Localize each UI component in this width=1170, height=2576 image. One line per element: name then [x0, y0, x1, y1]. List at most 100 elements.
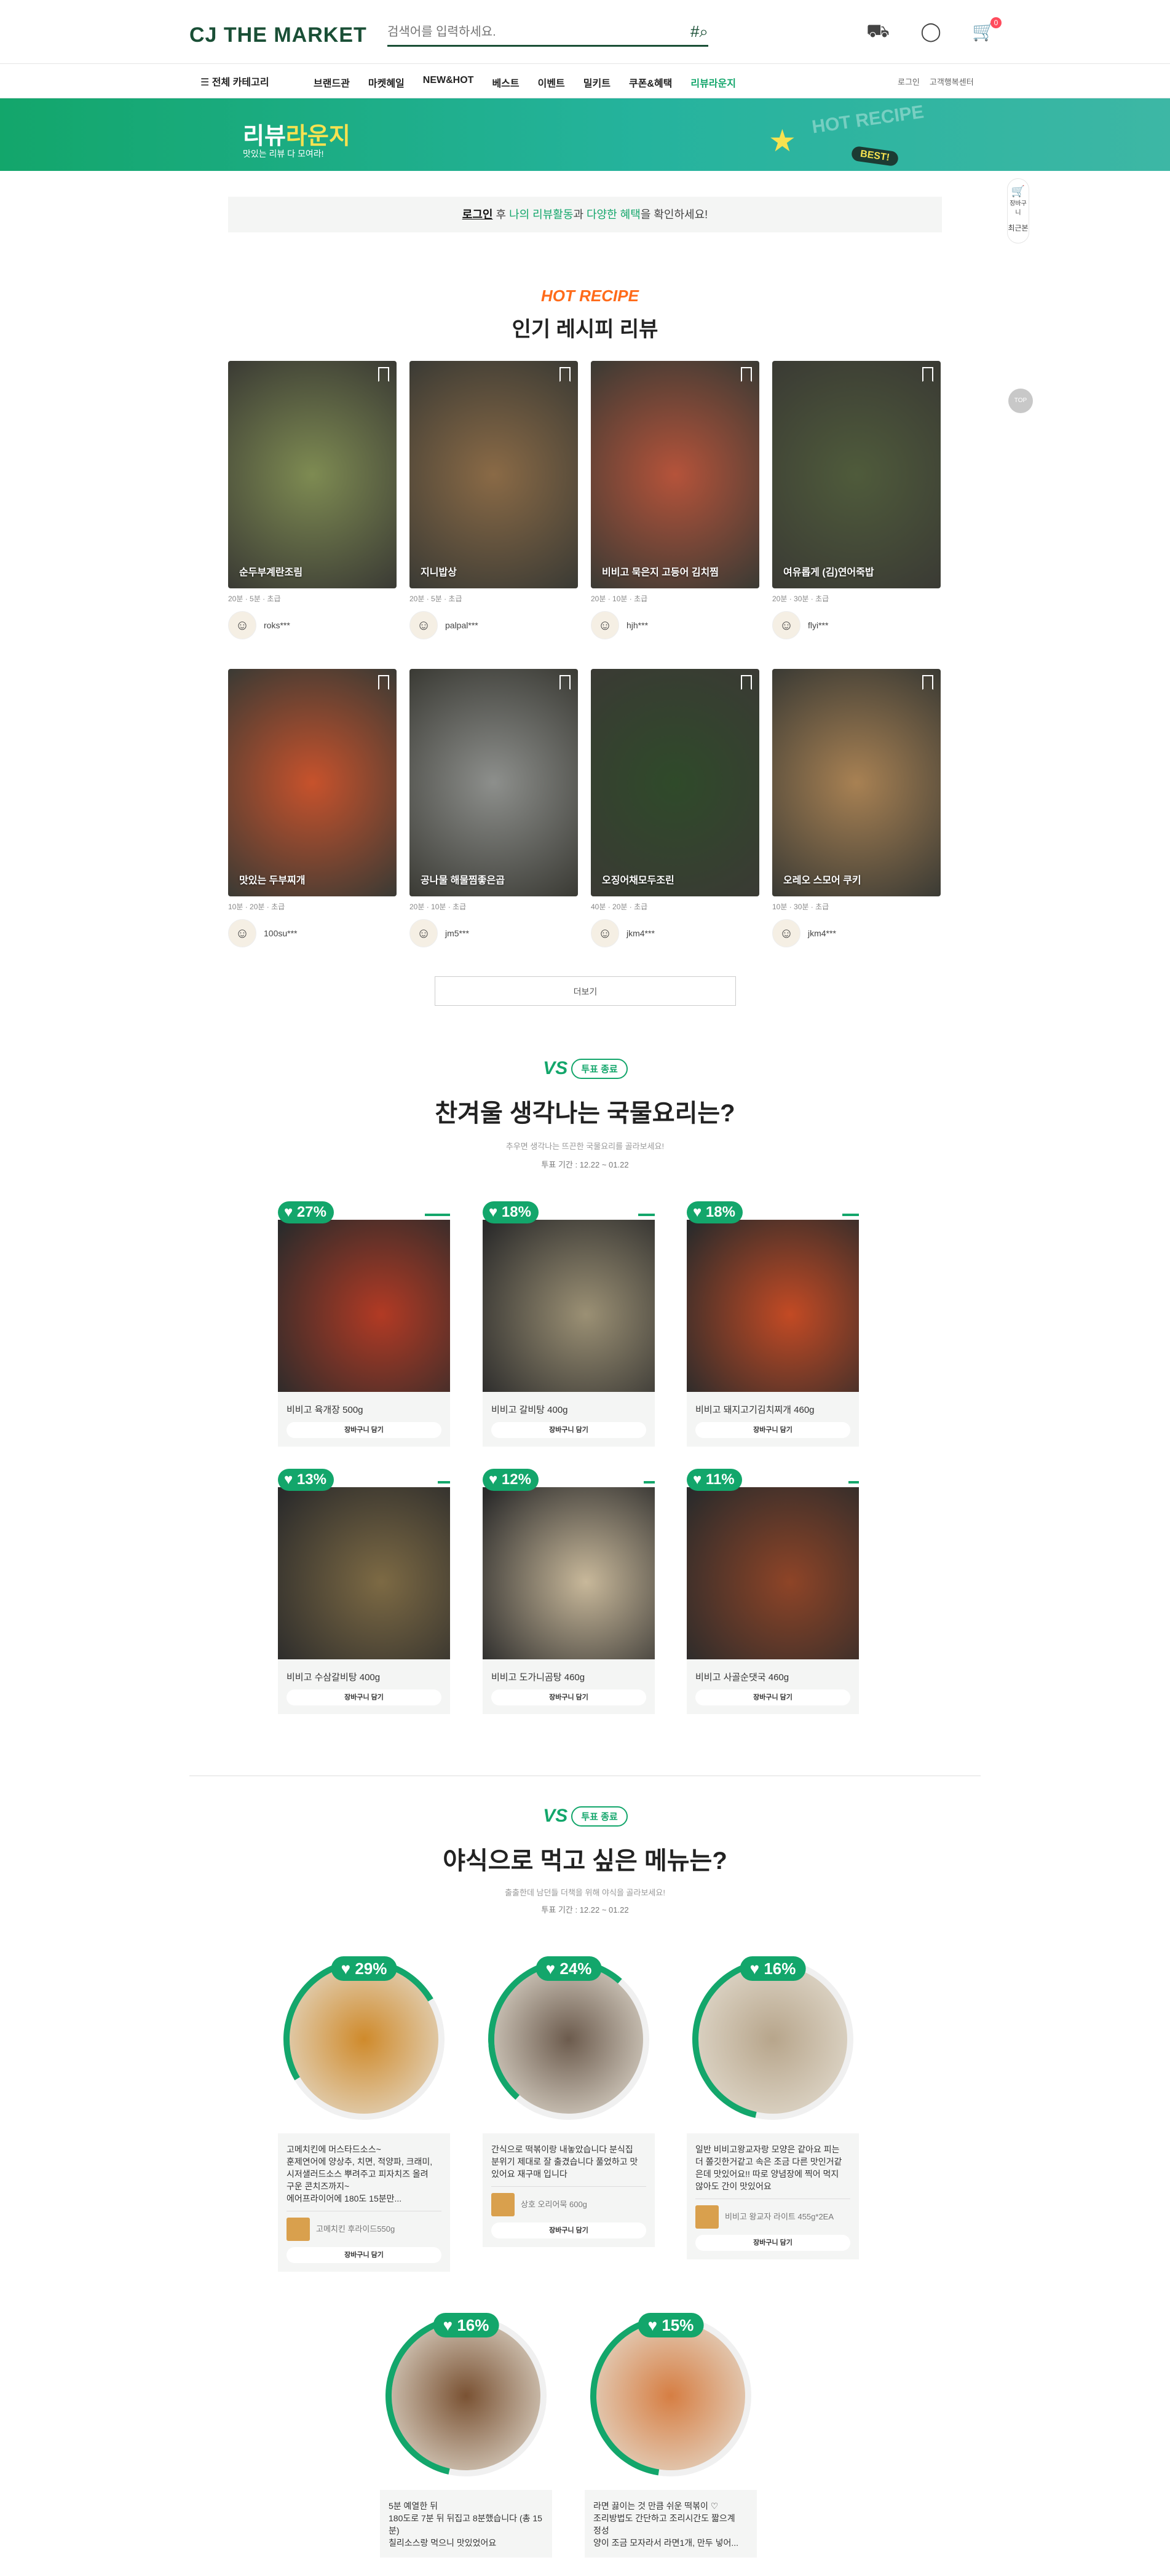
vote-review-card: ♥ 29% 고메치킨에 머스타드소스~ 훈제연어에 양상추, 치면, 적양파, 크… — [266, 1941, 462, 2272]
gnb-item-lounge[interactable]: 리뷰라운지 — [690, 75, 736, 90]
recipe-name: 비비고 묵은지 고등어 김치찜 — [602, 567, 719, 578]
review-product[interactable]: 고메치킨 후라이드550g — [287, 2211, 441, 2241]
banner-hot-text: HOT RECIPE — [810, 101, 925, 138]
gnb: ☰ 전체 카테고리 브랜드관 마켓혜일 NEW&HOT 베스트 이벤트 밀키트 … — [0, 64, 1170, 98]
add-to-cart-button[interactable]: 장바구니 담기 — [287, 1689, 441, 1705]
bookmark-icon[interactable] — [378, 367, 389, 382]
logo[interactable]: CJ THE MARKET — [189, 23, 367, 47]
product-image[interactable]: ♥ 11% — [687, 1469, 859, 1659]
recipe-image[interactable]: 오레오 스모어 쿠키 — [772, 669, 941, 896]
review-image[interactable]: ♥ 16% — [662, 1928, 884, 2151]
add-to-cart-button[interactable]: 장바구니 담기 — [491, 1689, 646, 1705]
bookmark-icon[interactable] — [741, 367, 752, 382]
recipe-image[interactable]: 오징어채모두조린 — [591, 669, 759, 896]
product-image[interactable]: ♥ 18% — [687, 1201, 859, 1392]
vote-percent: ♥ 29% — [331, 1956, 397, 1981]
bookmark-icon[interactable] — [559, 367, 571, 382]
cart-icon[interactable]: 🛒 0 — [970, 17, 1002, 45]
review-text: 라면 끓이는 것 만큼 쉬운 떡볶이 ♡ 조리방법도 간단하고 조리시간도 짧으… — [593, 2501, 738, 2548]
recipe-card[interactable]: 맛있는 두부찌개 10분 · 20분 · 초급 ☺ 100su*** — [228, 669, 397, 947]
add-to-cart-button[interactable]: 장바구니 담기 — [695, 1422, 850, 1438]
recipe-image[interactable]: 비비고 묵은지 고등어 김치찜 — [591, 361, 759, 588]
recipe-card[interactable]: 오레오 스모어 쿠키 10분 · 30분 · 초급 ☺ jkm4*** — [772, 669, 941, 947]
vote-percent: ♥ 27% — [278, 1201, 334, 1223]
recipe-image[interactable]: 순두부계란조림 — [228, 361, 397, 588]
add-to-cart-button[interactable]: 장바구니 담기 — [287, 2247, 441, 2263]
product-image[interactable]: ♥ 12% — [483, 1469, 655, 1659]
gnb-item[interactable]: 마켓혜일 — [368, 75, 405, 90]
review-box: 일반 비비고왕교자랑 모양은 같아요 피는 더 쫄깃한거같고 속은 조금 다른 … — [687, 2133, 859, 2259]
add-to-cart-button[interactable]: 장바구니 담기 — [695, 1689, 850, 1705]
bookmark-icon[interactable] — [559, 675, 571, 690]
review-image[interactable]: ♥ 15% — [558, 2283, 783, 2508]
add-to-cart-button[interactable]: 장바구니 담기 — [491, 1422, 646, 1438]
bookmark-icon[interactable] — [922, 675, 933, 690]
review-product[interactable]: 비비고 왕교자 라이트 455g*2EA — [695, 2199, 850, 2229]
bookmark-icon[interactable] — [741, 675, 752, 690]
recipe-image[interactable]: 여유롭게 (김)연어죽밥 — [772, 361, 941, 588]
vote-percent: ♥ 16% — [433, 2313, 499, 2337]
gnb-item[interactable]: 브랜드관 — [314, 75, 350, 90]
recipe-card[interactable]: 지니밥상 20분 · 5분 · 초급 ☺ palpal*** — [409, 361, 578, 639]
recipe-card[interactable]: 공나물 해물찜좋은곱 20분 · 10분 · 초급 ☺ jm5*** — [409, 669, 578, 947]
review-image[interactable]: ♥ 24% — [483, 1954, 654, 2125]
product-name: 비비고 도가니곰탕 460g — [491, 1672, 585, 1683]
gnb-item[interactable]: NEW&HOT — [423, 75, 474, 90]
review-image[interactable]: ♥ 16% — [355, 2285, 577, 2507]
recipe-image[interactable]: 맛있는 두부찌개 — [228, 669, 397, 896]
add-to-cart-button[interactable]: 장바구니 담기 — [287, 1422, 441, 1438]
product-image[interactable]: ♥ 13% — [278, 1469, 450, 1659]
search-icon[interactable]: #⌕ — [690, 22, 708, 42]
quick-cart-icon[interactable]: 🛒 — [1008, 185, 1029, 198]
vote-bar — [438, 1481, 450, 1484]
vote-bar — [425, 1214, 450, 1216]
recipe-card[interactable]: 순두부계란조림 20분 · 5분 · 초급 ☺ roks*** — [228, 361, 397, 639]
delivery-icon[interactable]: ⛟ — [864, 21, 892, 45]
gnb-item[interactable]: 밀키트 — [583, 75, 611, 90]
gnb-item[interactable]: 베스트 — [492, 75, 519, 90]
login-prompt-link[interactable]: 로그인 — [462, 208, 493, 221]
review-image[interactable]: ♥ 29% — [266, 1941, 462, 2138]
search-input[interactable] — [387, 20, 670, 44]
recipe-card[interactable]: 오징어채모두조린 40분 · 20분 · 초급 ☺ jkm4*** — [591, 669, 759, 947]
vote-product-card: ♥ 11% 비비고 사골순댓국 460g 장바구니 담기 — [687, 1469, 859, 1714]
recipe-image[interactable]: 공나물 해물찜좋은곱 — [409, 669, 578, 896]
bookmark-icon[interactable] — [922, 367, 933, 382]
review-box: 간식으로 떡볶이랑 내놓았습니다 분식집 분위기 제대로 잘 출겼습니다 풀었하… — [483, 2133, 655, 2247]
vote-percent: ♥ 11% — [687, 1469, 742, 1491]
bookmark-icon[interactable] — [378, 675, 389, 690]
login-prompt-g2: 다양한 혜택 — [587, 208, 641, 221]
add-to-cart-button[interactable]: 장바구니 담기 — [695, 2235, 850, 2251]
add-to-cart-button[interactable]: 장바구니 담기 — [491, 2222, 646, 2238]
review-product[interactable]: 상호 오리어묵 600g — [491, 2186, 646, 2216]
user-icon[interactable]: ◯ — [917, 21, 945, 45]
top-button[interactable]: TOP — [1008, 389, 1033, 413]
cs-link[interactable]: 고객행복센터 — [930, 76, 974, 87]
all-category-label: 전체 카테고리 — [211, 77, 269, 88]
recipe-card[interactable]: 여유롭게 (김)연어죽밥 20분 · 30분 · 초급 ☺ flyi*** — [772, 361, 941, 639]
product-thumb — [695, 2205, 719, 2229]
vote-percent-value: 29% — [355, 1959, 387, 1978]
gnb-item[interactable]: 쿠폰&혜택 — [629, 75, 672, 90]
quick-cart-label: 장바구니 — [1010, 200, 1027, 216]
vote-product-card: ♥ 13% 비비고 수삼갈비탕 400g 장바구니 담기 — [278, 1469, 450, 1714]
user-id: 100su*** — [264, 928, 298, 938]
product-image[interactable]: ♥ 27% — [278, 1201, 450, 1392]
login-link[interactable]: 로그인 — [898, 76, 920, 87]
recipe-image[interactable]: 지니밥상 — [409, 361, 578, 588]
user-id: palpal*** — [445, 620, 478, 630]
search-bar: #⌕ — [387, 20, 708, 47]
vote2-badge: VS 투표 종료 — [536, 1804, 634, 1828]
user-id: jkm4*** — [627, 928, 655, 938]
more-button[interactable]: 더보기 — [435, 976, 736, 1006]
vote-percent: ♥ 16% — [740, 1956, 806, 1981]
gnb-item[interactable]: 이벤트 — [538, 75, 565, 90]
recipe-user: ☺ roks*** — [228, 611, 397, 639]
quick-recent[interactable]: 최근본 — [1008, 223, 1029, 233]
product-image[interactable]: ♥ 18% — [483, 1201, 655, 1392]
review-product-name: 상호 오리어묵 600g — [521, 2200, 587, 2209]
recipe-card[interactable]: 비비고 묵은지 고등어 김치찜 20분 · 10분 · 초급 ☺ hjh*** — [591, 361, 759, 639]
vote2-period: 투표 기간 : 12.22 ~ 01.22 — [541, 1905, 629, 1914]
all-category-button[interactable]: ☰ 전체 카테고리 — [200, 74, 269, 89]
review-box: 5분 예열한 뒤 180도로 7분 뒤 뒤집고 8분했습니다 (총 15분) 칠… — [380, 2490, 552, 2558]
